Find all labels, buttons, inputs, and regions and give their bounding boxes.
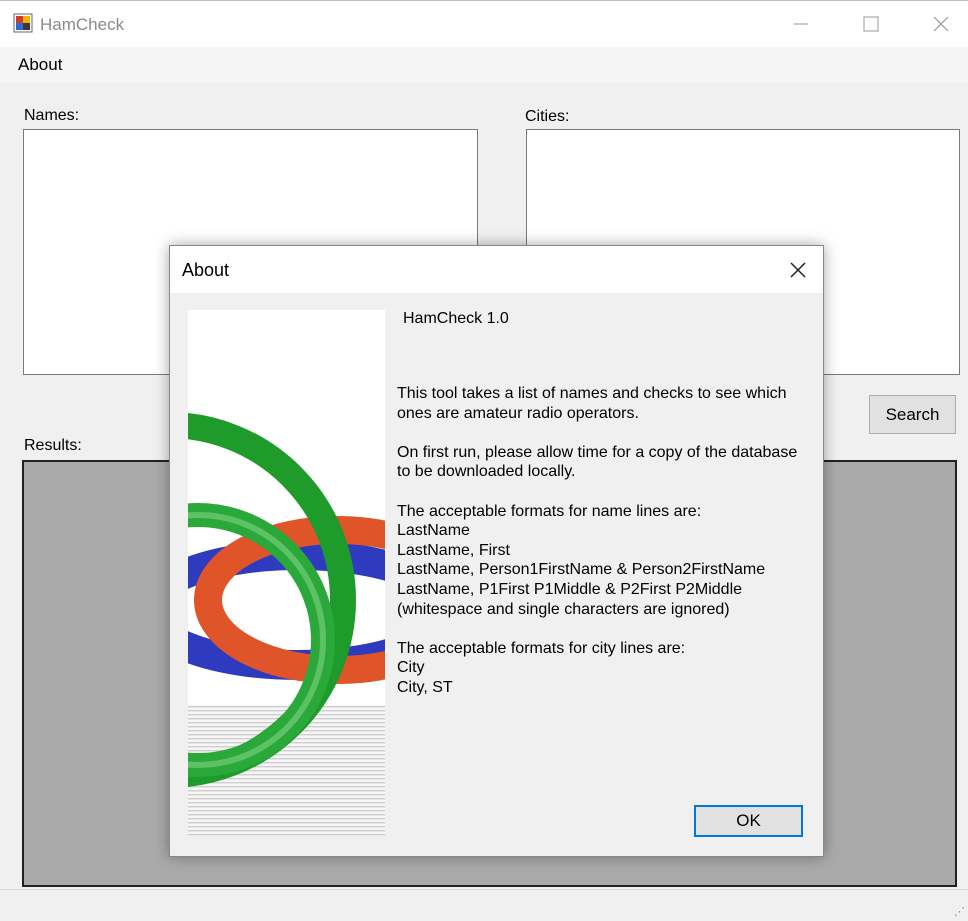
description-line: The acceptable formats for city lines ar… (397, 639, 686, 657)
dialog-close-icon[interactable] (782, 254, 814, 286)
description-line: ones are amateur radio operators. (397, 404, 639, 422)
results-label: Results: (24, 437, 82, 454)
description-line: LastName, Person1FirstName & Person2Firs… (397, 561, 766, 579)
names-label: Names: (24, 107, 80, 124)
rings-logo-image (188, 310, 385, 836)
description-line: to be downloaded locally. (397, 463, 576, 481)
maximize-icon[interactable] (848, 1, 894, 47)
app-version-label: HamCheck 1.0 (403, 310, 509, 327)
description-line: (whitespace and single characters are ig… (397, 600, 730, 618)
search-button[interactable]: Search (869, 395, 956, 434)
app-icon (13, 13, 33, 33)
description-line: LastName, P1First P1Middle & P2First P2M… (397, 580, 743, 598)
description-line: City, ST (397, 678, 453, 696)
about-dialog-title: About (182, 260, 230, 280)
description-line: City (397, 659, 425, 677)
status-bar: ⋰ (0, 889, 968, 921)
description-line: LastName (397, 522, 470, 540)
description-line: This tool takes a list of names and chec… (397, 385, 787, 402)
window-title: HamCheck (40, 15, 125, 34)
about-dialog-title-bar: About (170, 246, 823, 293)
menu-item-about[interactable]: About (18, 55, 62, 75)
description-line: The acceptable formats for name lines ar… (397, 502, 702, 520)
about-dialog: About HamCheck 1.0 This tool takes a lis… (169, 245, 824, 857)
main-title-bar: HamCheck (0, 0, 968, 47)
ok-button[interactable]: OK (694, 805, 803, 837)
cities-label: Cities: (525, 108, 570, 125)
size-grip-icon[interactable]: ⋰ (954, 905, 965, 918)
minimize-icon[interactable] (778, 1, 824, 47)
about-description: This tool takes a list of names and chec… (397, 384, 807, 698)
description-line: On first run, please allow time for a co… (397, 443, 798, 461)
menu-bar: About (0, 47, 968, 83)
close-icon[interactable] (918, 1, 964, 47)
description-line: LastName, First (397, 541, 510, 559)
